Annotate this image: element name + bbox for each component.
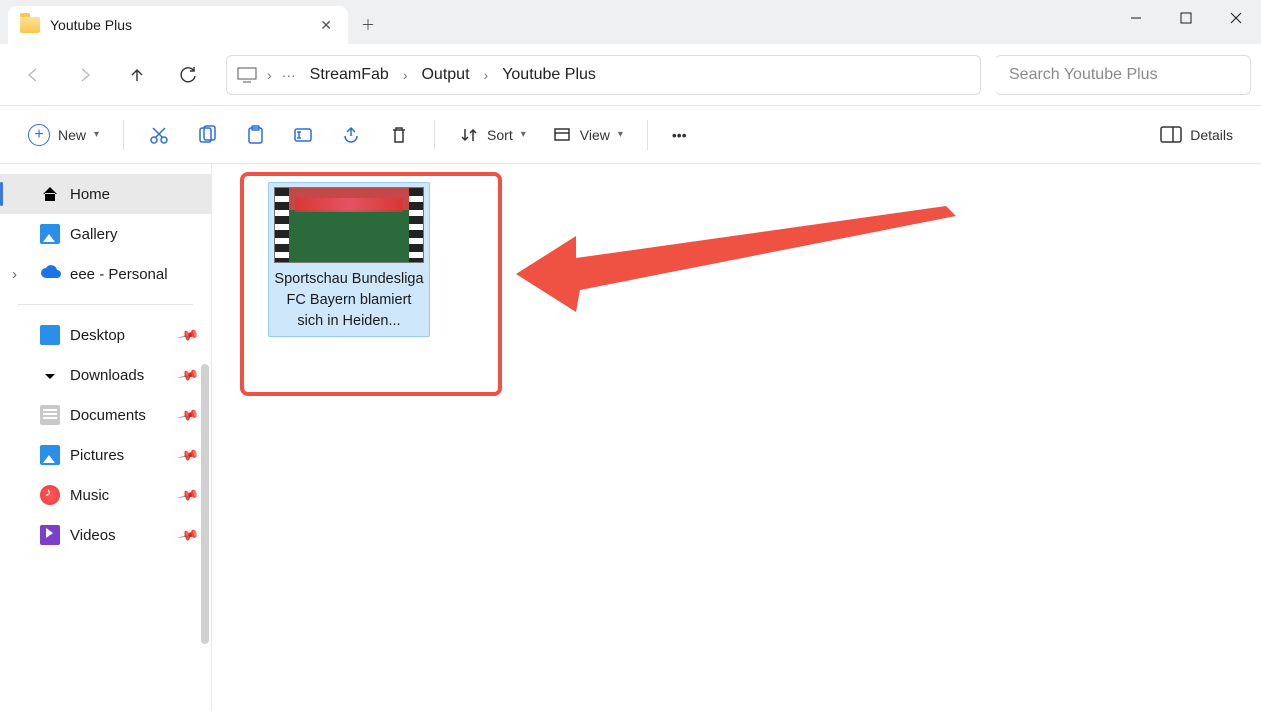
rename-button[interactable] [284, 117, 322, 153]
sidebar-item-videos[interactable]: Videos 📌 [0, 515, 211, 555]
video-thumbnail [274, 187, 424, 263]
pin-icon: 📌 [176, 323, 200, 346]
sort-label: Sort [487, 127, 513, 143]
titlebar: Youtube Plus ✕ ＋ [0, 0, 1261, 44]
plus-icon: + [28, 124, 50, 146]
forward-button[interactable] [62, 55, 108, 95]
sidebar-item-music[interactable]: Music 📌 [0, 475, 211, 515]
new-tab-button[interactable]: ＋ [348, 6, 388, 44]
pin-icon: 📌 [176, 443, 200, 466]
breadcrumb-youtube-plus[interactable]: Youtube Plus [498, 64, 600, 86]
video-icon [40, 525, 60, 545]
gallery-icon [40, 224, 60, 244]
sidebar-item-downloads[interactable]: Downloads 📌 [0, 355, 211, 395]
sidebar-label: Home [70, 186, 110, 203]
chevron-down-icon: ▾ [521, 129, 526, 140]
desktop-icon [40, 325, 60, 345]
chevron-down-icon: ▾ [618, 129, 623, 140]
chevron-right-icon[interactable]: › [12, 266, 17, 283]
navbar: › ··· StreamFab › Output › Youtube Plus … [0, 44, 1261, 106]
more-button[interactable]: ••• [664, 117, 695, 153]
folder-icon [20, 17, 40, 33]
tab-title: Youtube Plus [50, 17, 132, 33]
view-button[interactable]: View ▾ [544, 117, 631, 153]
address-bar[interactable]: › ··· StreamFab › Output › Youtube Plus [226, 55, 981, 95]
music-icon [40, 485, 60, 505]
breadcrumb-streamfab[interactable]: StreamFab [306, 64, 393, 86]
pin-icon: 📌 [176, 523, 200, 546]
divider [18, 304, 193, 305]
divider [434, 120, 435, 150]
content-area[interactable]: Sportschau Bundesliga FC Bayern blamiert… [212, 164, 1261, 711]
sidebar-item-gallery[interactable]: Gallery [0, 214, 211, 254]
sidebar-item-documents[interactable]: Documents 📌 [0, 395, 211, 435]
chevron-right-icon: › [267, 67, 272, 83]
refresh-button[interactable] [166, 55, 212, 95]
details-label: Details [1190, 127, 1233, 143]
paste-button[interactable] [236, 117, 274, 153]
home-icon [40, 184, 60, 204]
sidebar: Home Gallery › eee - Personal Desktop 📌 … [0, 164, 212, 711]
file-name: Sportschau Bundesliga FC Bayern blamiert… [273, 269, 425, 332]
sidebar-label: Desktop [70, 327, 125, 344]
up-button[interactable] [114, 55, 160, 95]
new-button[interactable]: + New ▾ [20, 117, 107, 153]
delete-button[interactable] [380, 117, 418, 153]
minimize-button[interactable] [1111, 0, 1161, 36]
sidebar-item-desktop[interactable]: Desktop 📌 [0, 315, 211, 355]
close-window-button[interactable] [1211, 0, 1261, 36]
chevron-right-icon: › [403, 67, 408, 83]
close-tab-icon[interactable]: ✕ [320, 17, 332, 34]
document-icon [40, 405, 60, 425]
file-item[interactable]: Sportschau Bundesliga FC Bayern blamiert… [268, 182, 430, 337]
sidebar-label: Videos [70, 527, 116, 544]
window-controls [1111, 0, 1261, 36]
sidebar-label: Pictures [70, 447, 124, 464]
annotation-arrow [516, 196, 956, 316]
sidebar-item-onedrive[interactable]: › eee - Personal [0, 254, 211, 294]
divider [123, 120, 124, 150]
cloud-icon [40, 264, 60, 284]
search-input[interactable]: Search Youtube Plus [995, 55, 1251, 95]
pictures-icon [40, 445, 60, 465]
pin-icon: 📌 [176, 403, 200, 426]
sidebar-item-pictures[interactable]: Pictures 📌 [0, 435, 211, 475]
active-tab[interactable]: Youtube Plus ✕ [8, 6, 348, 44]
breadcrumb-output[interactable]: Output [417, 64, 473, 86]
cut-button[interactable] [140, 117, 178, 153]
main: Home Gallery › eee - Personal Desktop 📌 … [0, 164, 1261, 711]
view-label: View [580, 127, 610, 143]
sidebar-label: Music [70, 487, 109, 504]
download-icon [40, 365, 60, 385]
sidebar-item-home[interactable]: Home [0, 174, 211, 214]
sidebar-label: Documents [70, 407, 146, 424]
search-placeholder: Search Youtube Plus [1009, 66, 1158, 84]
share-button[interactable] [332, 117, 370, 153]
sidebar-label: Gallery [70, 226, 118, 243]
toolbar: + New ▾ Sort ▾ View ▾ ••• Details [0, 106, 1261, 164]
new-label: New [58, 127, 86, 143]
copy-button[interactable] [188, 117, 226, 153]
chevron-down-icon: ▾ [94, 129, 99, 140]
back-button[interactable] [10, 55, 56, 95]
sidebar-label: eee - Personal [70, 266, 168, 283]
pin-icon: 📌 [176, 483, 200, 506]
divider [647, 120, 648, 150]
chevron-right-icon: › [484, 67, 489, 83]
sidebar-label: Downloads [70, 367, 144, 384]
more-icon[interactable]: ··· [282, 67, 296, 83]
pin-icon: 📌 [176, 363, 200, 386]
sort-button[interactable]: Sort ▾ [451, 117, 534, 153]
details-button[interactable]: Details [1152, 117, 1241, 153]
pc-icon [237, 67, 257, 83]
maximize-button[interactable] [1161, 0, 1211, 36]
scrollbar[interactable] [201, 364, 209, 644]
